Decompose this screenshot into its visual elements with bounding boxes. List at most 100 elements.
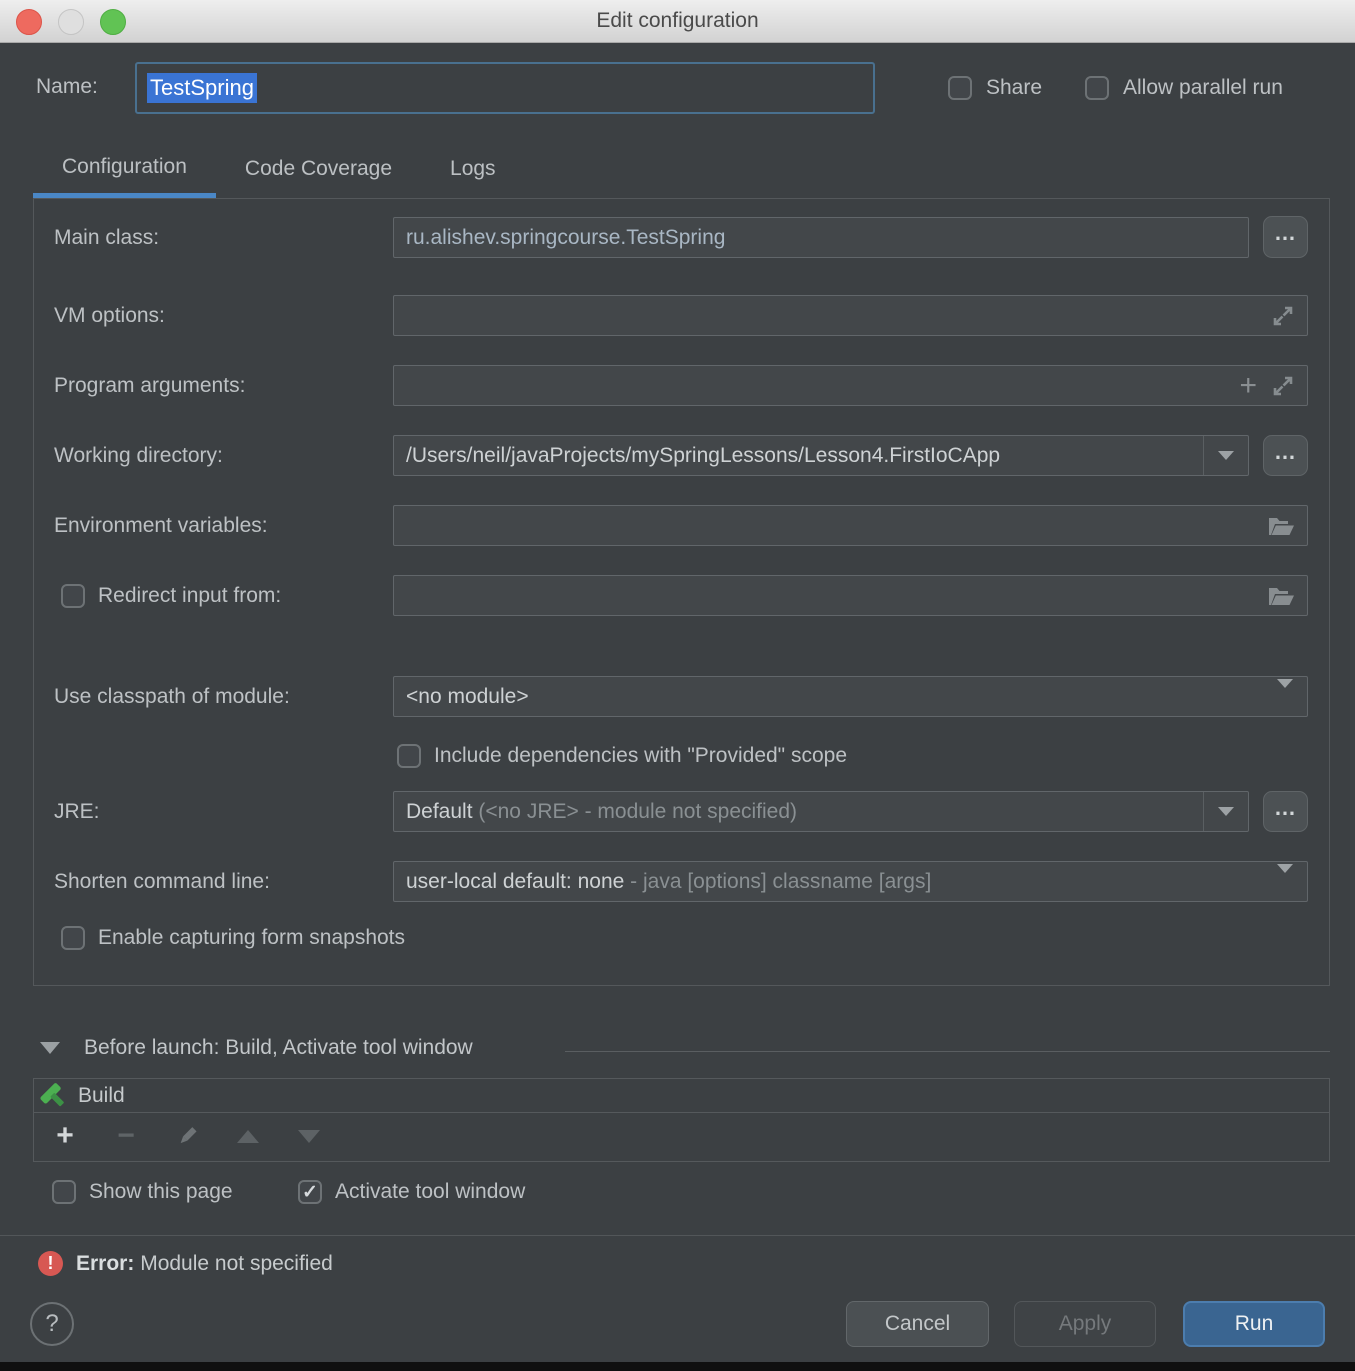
main-class-browse-button[interactable]: … bbox=[1263, 216, 1308, 258]
expand-icon[interactable] bbox=[1271, 304, 1295, 328]
remove-task-button[interactable]: − bbox=[111, 1119, 141, 1153]
tab-logs[interactable]: Logs bbox=[421, 140, 525, 198]
zoom-window-button[interactable] bbox=[100, 9, 126, 35]
name-input[interactable]: TestSpring bbox=[135, 62, 875, 114]
window-title: Edit configuration bbox=[596, 9, 758, 33]
activate-tool-window-row: ✓ Activate tool window bbox=[298, 1180, 525, 1204]
tab-bar: Configuration Code Coverage Logs bbox=[33, 140, 525, 198]
task-row-build[interactable]: Build bbox=[34, 1079, 1329, 1113]
allow-parallel-label: Allow parallel run bbox=[1123, 76, 1283, 100]
error-message-row: ! Error: Module not specified bbox=[38, 1251, 333, 1276]
jre-value: Default (<no JRE> - module not specified… bbox=[394, 800, 1203, 824]
help-button[interactable]: ? bbox=[30, 1302, 74, 1346]
shorten-command-line-combobox[interactable]: user-local default: none - java [options… bbox=[393, 861, 1308, 902]
open-folder-icon[interactable] bbox=[1268, 515, 1295, 537]
run-button[interactable]: Run bbox=[1183, 1301, 1325, 1347]
error-prefix: Error: bbox=[76, 1252, 134, 1275]
error-icon: ! bbox=[38, 1251, 63, 1276]
program-arguments-input[interactable]: + bbox=[393, 365, 1308, 406]
titlebar: Edit configuration bbox=[0, 0, 1355, 43]
shorten-command-line-label: Shorten command line: bbox=[54, 861, 270, 902]
include-dependencies-checkbox[interactable] bbox=[397, 744, 421, 768]
expand-icon[interactable] bbox=[1271, 374, 1295, 398]
arrow-down-icon bbox=[298, 1130, 320, 1143]
check-icon: ✓ bbox=[302, 1183, 318, 1202]
use-classpath-combobox[interactable]: <no module> bbox=[393, 676, 1308, 717]
use-classpath-label: Use classpath of module: bbox=[54, 676, 290, 717]
main-class-value: ru.alishev.springcourse.TestSpring bbox=[394, 226, 1248, 250]
minimize-window-button[interactable] bbox=[58, 9, 84, 35]
jre-combobox[interactable]: Default (<no JRE> - module not specified… bbox=[393, 791, 1249, 832]
program-arguments-label: Program arguments: bbox=[54, 365, 245, 406]
name-input-value: TestSpring bbox=[147, 73, 257, 103]
shorten-value-secondary: - java [options] classname [args] bbox=[624, 870, 931, 893]
shorten-command-line-value: user-local default: none - java [options… bbox=[394, 870, 1277, 894]
jre-label: JRE: bbox=[54, 791, 100, 832]
allow-parallel-row: Allow parallel run bbox=[1085, 76, 1283, 100]
redirect-input-input[interactable] bbox=[393, 575, 1308, 616]
hammer-icon bbox=[40, 1082, 68, 1110]
move-task-down-button[interactable] bbox=[294, 1130, 324, 1143]
enable-capturing-checkbox[interactable] bbox=[61, 926, 85, 950]
before-launch-separator bbox=[565, 1051, 1330, 1052]
jre-value-secondary: (<no JRE> - module not specified) bbox=[478, 800, 797, 823]
tab-code-coverage[interactable]: Code Coverage bbox=[216, 140, 421, 198]
working-directory-combobox[interactable]: /Users/neil/javaProjects/mySpringLessons… bbox=[393, 435, 1249, 476]
move-task-up-button[interactable] bbox=[233, 1130, 263, 1143]
jre-browse-button[interactable]: … bbox=[1263, 791, 1308, 832]
vm-options-input[interactable] bbox=[393, 295, 1308, 336]
enable-capturing-row: Enable capturing form snapshots bbox=[61, 926, 405, 950]
activate-tool-window-label: Activate tool window bbox=[335, 1180, 525, 1204]
activate-tool-window-checkbox[interactable]: ✓ bbox=[298, 1180, 322, 1204]
error-text: Error: Module not specified bbox=[76, 1252, 333, 1276]
main-class-input[interactable]: ru.alishev.springcourse.TestSpring bbox=[393, 217, 1249, 258]
before-launch-header[interactable]: Before launch: Build, Activate tool wind… bbox=[40, 1036, 473, 1060]
main-class-label: Main class: bbox=[54, 217, 159, 258]
show-this-page-checkbox[interactable] bbox=[52, 1180, 76, 1204]
task-label: Build bbox=[78, 1084, 125, 1108]
shorten-value-primary: user-local default: none bbox=[406, 870, 624, 893]
share-label: Share bbox=[986, 76, 1042, 100]
working-directory-dropdown-button[interactable] bbox=[1203, 436, 1248, 475]
environment-variables-label: Environment variables: bbox=[54, 505, 268, 546]
tab-configuration[interactable]: Configuration bbox=[33, 140, 216, 198]
name-label: Name: bbox=[36, 75, 98, 99]
environment-variables-input[interactable] bbox=[393, 505, 1308, 546]
edit-task-button[interactable] bbox=[172, 1124, 202, 1148]
jre-value-primary: Default bbox=[406, 800, 478, 823]
chevron-down-icon bbox=[1277, 688, 1307, 706]
vm-options-label: VM options: bbox=[54, 295, 165, 336]
redirect-input-row: Redirect input from: bbox=[61, 584, 281, 608]
add-task-button[interactable]: + bbox=[50, 1119, 80, 1153]
redirect-input-label: Redirect input from: bbox=[98, 584, 281, 608]
allow-parallel-checkbox[interactable] bbox=[1085, 76, 1109, 100]
use-classpath-value: <no module> bbox=[394, 685, 1277, 709]
share-checkbox-row: Share bbox=[948, 76, 1042, 100]
close-window-button[interactable] bbox=[16, 9, 42, 35]
working-directory-value: /Users/neil/javaProjects/mySpringLessons… bbox=[394, 444, 1203, 468]
working-directory-label: Working directory: bbox=[54, 435, 223, 476]
working-directory-browse-button[interactable]: … bbox=[1263, 435, 1308, 476]
plus-icon[interactable]: + bbox=[1239, 371, 1257, 401]
error-message: Module not specified bbox=[140, 1252, 333, 1275]
share-checkbox[interactable] bbox=[948, 76, 972, 100]
jre-dropdown-button[interactable] bbox=[1203, 792, 1248, 831]
include-dependencies-row: Include dependencies with "Provided" sco… bbox=[397, 744, 847, 768]
cancel-button[interactable]: Cancel bbox=[846, 1301, 989, 1347]
redirect-input-checkbox[interactable] bbox=[61, 584, 85, 608]
enable-capturing-label: Enable capturing form snapshots bbox=[98, 926, 405, 950]
edit-configuration-dialog: Edit configuration Name: TestSpring Shar… bbox=[0, 0, 1355, 1371]
arrow-up-icon bbox=[237, 1130, 259, 1143]
before-launch-task-list: Build + − bbox=[33, 1078, 1330, 1162]
open-folder-icon[interactable] bbox=[1268, 585, 1295, 607]
before-launch-title: Before launch: Build, Activate tool wind… bbox=[84, 1036, 473, 1060]
error-separator bbox=[0, 1235, 1355, 1236]
pencil-icon bbox=[175, 1124, 199, 1148]
include-dependencies-label: Include dependencies with "Provided" sco… bbox=[434, 744, 847, 768]
chevron-down-icon bbox=[1218, 807, 1234, 816]
traffic-lights bbox=[16, 9, 126, 35]
chevron-down-icon bbox=[1277, 873, 1307, 891]
show-this-page-row: Show this page bbox=[52, 1180, 233, 1204]
apply-button[interactable]: Apply bbox=[1014, 1301, 1156, 1347]
collapse-triangle-icon[interactable] bbox=[40, 1042, 60, 1054]
